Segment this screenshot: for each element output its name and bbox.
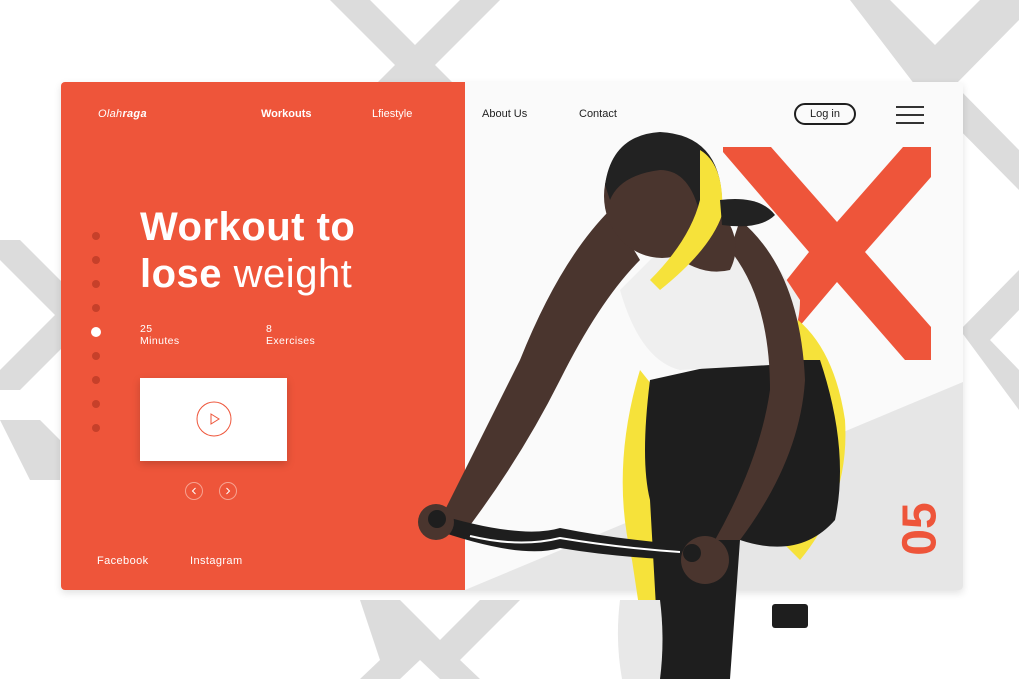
nav-workouts[interactable]: Workouts (261, 108, 312, 120)
slide-dot-active[interactable] (91, 327, 101, 337)
stat-exercises-label: Exercises (266, 335, 316, 347)
chevron-left-icon[interactable] (185, 482, 203, 500)
video-thumbnail[interactable] (140, 378, 287, 461)
nav-lifestyle[interactable]: Lfiestyle (372, 108, 412, 120)
slide-dot[interactable] (92, 352, 100, 360)
left-panel (61, 82, 465, 590)
nav-contact[interactable]: Contact (579, 108, 617, 120)
stat-exercises-value: 8 (266, 323, 273, 335)
right-panel-graphic (465, 147, 963, 590)
brand-logo-suffix: raga (122, 108, 147, 120)
hero-line-2-regular: weight (233, 252, 353, 296)
slide-dot[interactable] (92, 256, 100, 264)
slide-dot[interactable] (92, 304, 100, 312)
slide-dot[interactable] (92, 232, 100, 240)
hero-headline: Workout to lose weight (140, 204, 355, 298)
slide-dot[interactable] (92, 400, 100, 408)
brand-logo[interactable]: Olahraga (98, 108, 147, 120)
stat-minutes: 25 Minutes (140, 323, 180, 347)
login-button[interactable]: Log in (794, 103, 856, 125)
slide-dot[interactable] (92, 280, 100, 288)
chevron-right-icon[interactable] (219, 482, 237, 500)
hamburger-menu-icon[interactable] (896, 106, 924, 124)
slide-number: 05 (898, 502, 947, 555)
brand-logo-prefix: Olah (98, 108, 123, 120)
login-button-label: Log in (810, 108, 840, 120)
slide-number-text: 05 (898, 502, 947, 555)
landing-card: Olahraga Workouts Lfiestyle About Us Con… (61, 82, 963, 590)
slide-dot[interactable] (92, 376, 100, 384)
hero-line-1: Workout to (140, 205, 356, 249)
hero-line-2-bold: lose (140, 252, 223, 296)
stat-exercises: 8 Exercises (266, 323, 315, 347)
slide-dot[interactable] (92, 424, 100, 432)
stat-minutes-value: 25 (140, 323, 153, 335)
facebook-link[interactable]: Facebook (97, 555, 149, 567)
play-icon[interactable] (196, 401, 232, 437)
stat-minutes-label: Minutes (140, 335, 180, 347)
instagram-link[interactable]: Instagram (190, 555, 243, 567)
nav-about[interactable]: About Us (482, 108, 527, 120)
